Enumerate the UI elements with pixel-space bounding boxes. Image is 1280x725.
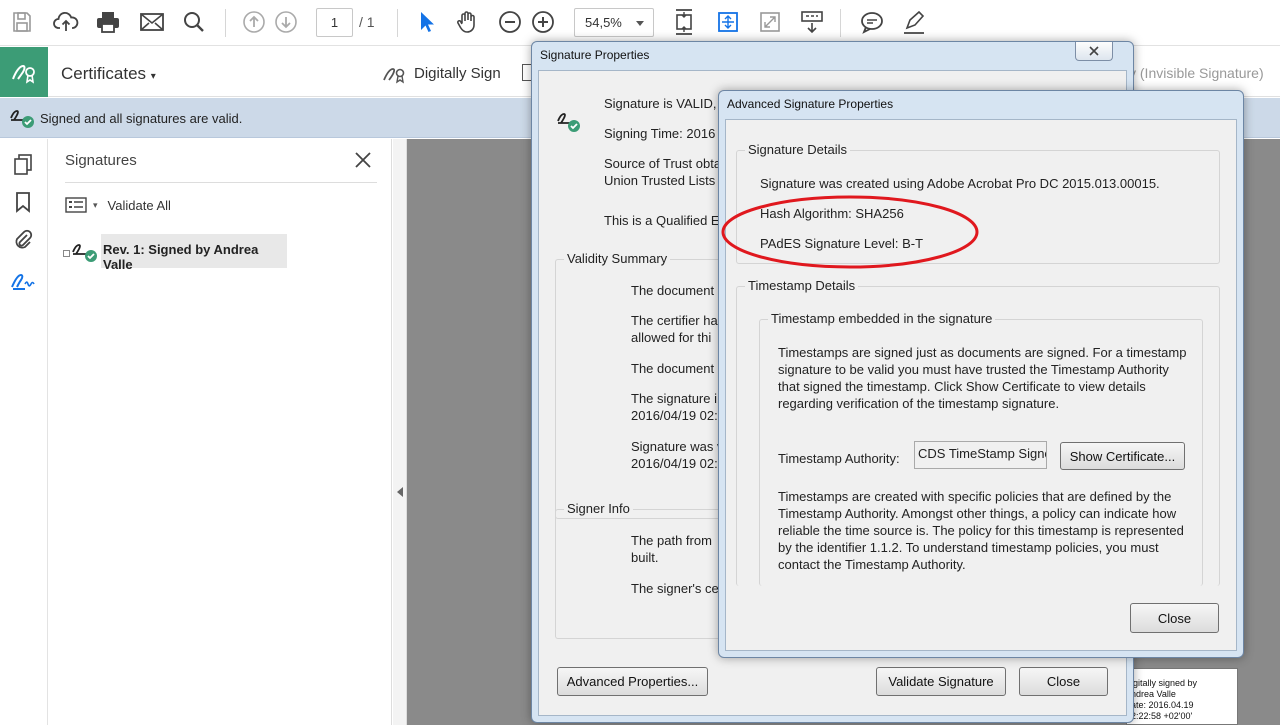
signature-valid-icon bbox=[72, 244, 97, 262]
caret-down-icon: ▾ bbox=[150, 71, 156, 82]
summary-line: The document bbox=[631, 361, 715, 376]
timestamp-policy-description: Timestamps are created with specific pol… bbox=[778, 489, 1184, 572]
navigation-rail bbox=[0, 139, 48, 725]
chevron-down-icon bbox=[636, 21, 644, 26]
signatures-panel-icon[interactable] bbox=[10, 267, 36, 293]
cloud-upload-icon[interactable] bbox=[50, 6, 82, 38]
signer-info-line: The signer's cer bbox=[631, 581, 724, 596]
previous-page-icon[interactable] bbox=[238, 6, 270, 38]
dialog-title: Signature Properties bbox=[540, 48, 650, 62]
pen-certificate-icon bbox=[383, 68, 405, 84]
stamp-line: igitally signed by bbox=[1131, 678, 1198, 688]
zoom-select[interactable]: 54,5% bbox=[574, 8, 654, 37]
summary-line: The signature i bbox=[631, 391, 717, 406]
timestamp-authority-label: Timestamp Authority: bbox=[778, 451, 900, 466]
zoom-in-icon[interactable] bbox=[527, 6, 559, 38]
summary-line: The document bbox=[631, 283, 715, 298]
group-label: Signature Details bbox=[745, 142, 850, 157]
advanced-signature-properties-dialog: Advanced Signature Properties Signature … bbox=[718, 90, 1244, 658]
highlight-pen-icon[interactable] bbox=[898, 6, 930, 38]
stamp-line: 2:22:58 +02'00' bbox=[1131, 711, 1193, 721]
chevron-left-icon bbox=[397, 487, 403, 497]
certificates-title: Certificates bbox=[61, 64, 147, 83]
signatures-panel: Signatures ▾ Validate All Rev. 1: Signed… bbox=[49, 139, 392, 725]
validity-line: Signature is VALID, bbox=[604, 96, 717, 111]
read-mode-icon[interactable] bbox=[796, 6, 828, 38]
expand-toggle[interactable] bbox=[63, 250, 70, 257]
group-label: Validity Summary bbox=[564, 251, 671, 266]
group-label: Timestamp Details bbox=[745, 278, 859, 293]
hand-tool-icon[interactable] bbox=[452, 6, 484, 38]
pdf-signature-stamp: igitally signed by ndrea Valle ate: 2016… bbox=[1126, 668, 1238, 725]
summary-line: allowed for thi bbox=[631, 330, 712, 345]
zoom-out-icon[interactable] bbox=[494, 6, 526, 38]
panel-title: Signatures bbox=[65, 152, 137, 169]
signature-valid-icon bbox=[557, 113, 580, 132]
next-page-icon[interactable] bbox=[270, 6, 302, 38]
stamp-line: ndrea Valle bbox=[1131, 689, 1176, 699]
digitally-sign-label: Digitally Sign bbox=[414, 64, 501, 82]
timestamp-authority-field[interactable]: CDS TimeStamp Signe bbox=[914, 441, 1047, 469]
group-label: Signer Info bbox=[564, 501, 633, 516]
page-number-input[interactable]: 1 bbox=[316, 8, 353, 37]
print-icon[interactable] bbox=[92, 6, 124, 38]
summary-line: The certifier ha bbox=[631, 313, 718, 328]
validate-signature-button[interactable]: Validate Signature bbox=[876, 667, 1006, 696]
page-total: / 1 bbox=[359, 14, 375, 30]
validate-all-button[interactable]: ▾ Validate All bbox=[65, 193, 171, 217]
full-screen-icon[interactable] bbox=[754, 6, 786, 38]
close-button[interactable]: Close bbox=[1019, 667, 1108, 696]
source-of-trust: Union Trusted Lists ( bbox=[604, 173, 724, 188]
show-certificate-button[interactable]: Show Certificate... bbox=[1060, 442, 1185, 470]
panel-divider bbox=[65, 182, 377, 183]
qualified-signature-note: This is a Qualified E bbox=[604, 213, 720, 228]
close-icon bbox=[1089, 46, 1099, 56]
options-list-icon bbox=[65, 197, 87, 213]
signer-info-line: built. bbox=[631, 550, 659, 565]
email-icon[interactable] bbox=[136, 6, 168, 38]
summary-line: 2016/04/19 02: bbox=[631, 456, 718, 471]
timestamp-description: Timestamps are signed just as documents … bbox=[778, 345, 1187, 411]
comment-icon[interactable] bbox=[856, 6, 888, 38]
status-text: Signed and all signatures are valid. bbox=[40, 111, 243, 126]
summary-line: 2016/04/19 02: bbox=[631, 408, 718, 423]
toolbar-divider bbox=[840, 9, 841, 37]
invisible-signature-label: y (Invisible Signature) bbox=[1129, 65, 1264, 81]
close-icon[interactable] bbox=[352, 149, 374, 171]
attachments-icon[interactable] bbox=[10, 227, 36, 253]
bookmarks-icon[interactable] bbox=[10, 189, 36, 215]
caret-down-icon: ▾ bbox=[93, 199, 98, 210]
zoom-value: 54,5% bbox=[585, 15, 622, 30]
select-arrow-icon[interactable] bbox=[410, 6, 442, 38]
signature-item-label: Rev. 1: Signed by Andrea Valle bbox=[101, 234, 287, 272]
certificates-tool-icon[interactable] bbox=[0, 47, 48, 97]
group-label: Timestamp embedded in the signature bbox=[768, 311, 996, 326]
toolbar-divider bbox=[225, 9, 226, 37]
validate-all-label: Validate All bbox=[107, 197, 171, 213]
stamp-line: ate: 2016.04.19 bbox=[1131, 700, 1194, 710]
collapse-panel-handle[interactable] bbox=[393, 139, 407, 725]
signer-info-group: Signer Info bbox=[555, 501, 735, 639]
fit-width-icon[interactable] bbox=[712, 6, 744, 38]
close-button[interactable]: Close bbox=[1130, 603, 1219, 633]
main-toolbar: 1 / 1 54,5% bbox=[0, 0, 1280, 46]
search-icon[interactable] bbox=[178, 6, 210, 38]
certificates-menu[interactable]: Certificates ▾ bbox=[61, 64, 156, 84]
advanced-properties-button[interactable]: Advanced Properties... bbox=[557, 667, 708, 696]
save-icon[interactable] bbox=[6, 6, 38, 38]
dialog-title: Advanced Signature Properties bbox=[727, 97, 894, 111]
fit-page-icon[interactable] bbox=[668, 6, 700, 38]
signature-list-item[interactable]: Rev. 1: Signed by Andrea Valle bbox=[63, 234, 287, 272]
digitally-sign-button[interactable]: Digitally Sign bbox=[382, 62, 501, 84]
page-thumbnails-icon[interactable] bbox=[10, 151, 36, 177]
close-window-button[interactable] bbox=[1075, 42, 1113, 61]
signature-valid-icon bbox=[10, 110, 34, 128]
source-of-trust: Source of Trust obta bbox=[604, 156, 722, 171]
summary-line: Signature was v bbox=[631, 439, 724, 454]
annotation-ellipse bbox=[721, 195, 979, 269]
toolbar-divider bbox=[397, 9, 398, 37]
signer-info-line: The path from bbox=[631, 533, 712, 548]
signing-time: Signing Time: 2016 bbox=[604, 126, 716, 141]
